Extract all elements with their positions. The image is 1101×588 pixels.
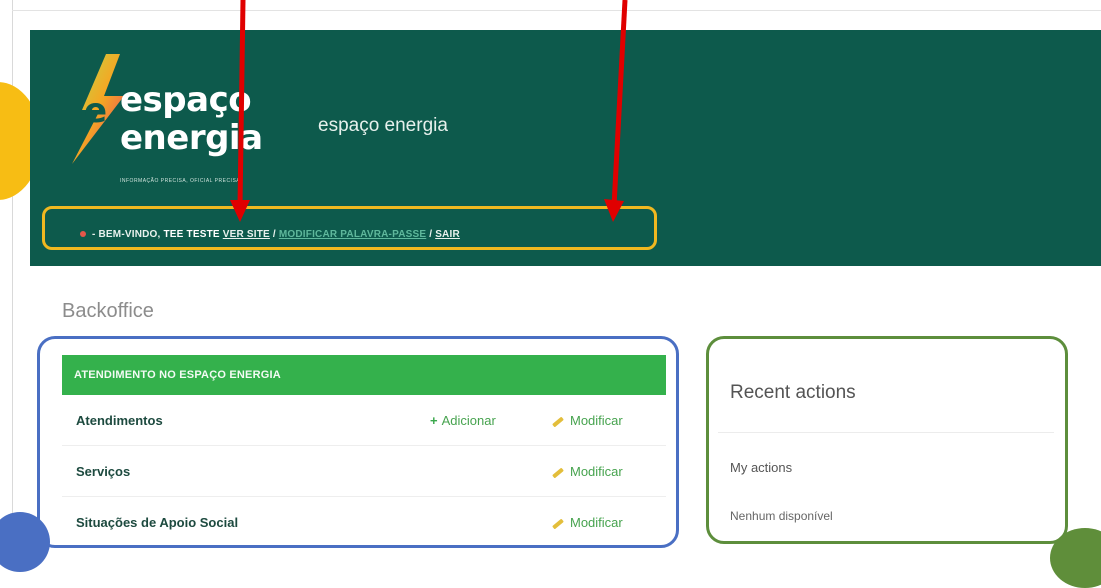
svg-text:e: e <box>84 91 107 131</box>
annotation-highlight-app-module <box>37 336 679 548</box>
page-title: Backoffice <box>62 300 154 322</box>
frame-top-border <box>12 10 1101 11</box>
logo-text-line2: energia <box>120 118 263 158</box>
frame-left-border <box>12 0 13 548</box>
site-title: espaço energia <box>318 115 448 136</box>
logo-tagline: INFORMAÇÃO PRECISA, OFICIAL PRECISA <box>120 178 241 184</box>
annotation-highlight-user-tools <box>42 206 657 250</box>
logo-bolt-icon: e <box>72 54 124 164</box>
annotation-highlight-recent-actions <box>706 336 1068 544</box>
site-logo[interactable]: e espaço energia INFORMAÇÃO PRECISA, OFI… <box>68 52 308 212</box>
logo-text-line1: espaço <box>120 80 252 120</box>
